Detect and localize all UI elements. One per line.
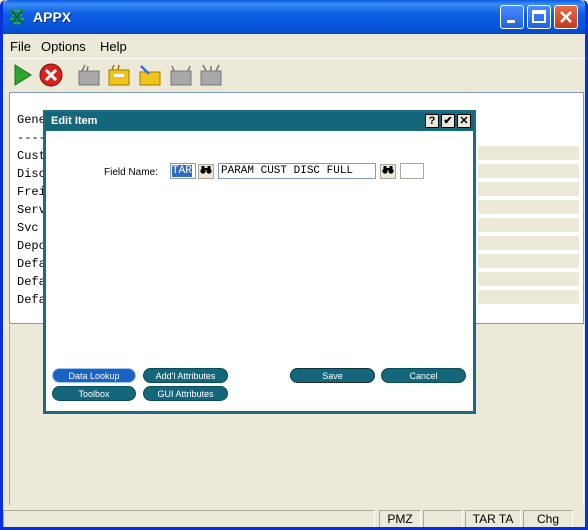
close-button[interactable]: [554, 5, 578, 29]
dialog-body: Field Name: TAR PARAM CUST DISC FULL Dat…: [46, 131, 473, 411]
minimize-icon: [507, 20, 515, 23]
toolbar: [3, 58, 585, 90]
field-extra-input[interactable]: [400, 163, 424, 179]
maximize-button[interactable]: [527, 5, 551, 29]
save-button[interactable]: Save: [290, 368, 375, 383]
status-cell-4: Chg: [523, 510, 573, 527]
gui-attributes-button[interactable]: GUI Attributes: [143, 386, 228, 401]
row-field[interactable]: [478, 182, 579, 197]
field-code-input[interactable]: TAR: [170, 163, 196, 179]
row-label: Depo: [17, 239, 46, 253]
minimize-button[interactable]: [500, 5, 524, 29]
row-field[interactable]: [478, 290, 579, 305]
edit-item-dialog: Edit Item ? ✔ ✕ Field Name: TAR PARAM CU…: [43, 110, 476, 414]
status-cell-2: [423, 510, 463, 527]
row-label: Cust: [17, 149, 46, 163]
row-label: Defa: [17, 293, 46, 307]
maximize-icon: [532, 10, 546, 23]
field-code-value: TAR: [172, 165, 192, 177]
row-label: Disc: [17, 167, 46, 181]
row-label: ----: [17, 131, 46, 145]
row-label: Defa: [17, 275, 46, 289]
menu-bar: File Options Help: [3, 34, 585, 56]
row-label: Frei: [17, 185, 46, 199]
binoculars-icon: [382, 166, 394, 174]
cancel-icon[interactable]: [38, 62, 64, 88]
row-label: Defa: [17, 257, 46, 271]
title-bar[interactable]: APPX: [3, 0, 585, 34]
appx-logo-icon: [10, 9, 24, 25]
tool-icon-1[interactable]: [76, 62, 102, 88]
menu-options[interactable]: Options: [41, 39, 86, 54]
status-cell-1: PMZ: [379, 510, 421, 527]
binoculars-icon: [200, 166, 212, 174]
go-icon[interactable]: [9, 62, 35, 88]
help-button[interactable]: ?: [425, 114, 439, 128]
data-lookup-button[interactable]: Data Lookup: [52, 368, 136, 383]
row-label: Svc: [17, 221, 39, 235]
status-message: [3, 510, 375, 527]
row-label: Serv: [17, 203, 46, 217]
dialog-title-bar[interactable]: Edit Item ? ✔ ✕: [45, 112, 474, 130]
field-name-label: Field Name:: [104, 167, 158, 178]
dialog-title: Edit Item: [51, 115, 98, 127]
status-bar: PMZ TAR TA Chg: [3, 508, 585, 527]
toolbox-button[interactable]: Toolbox: [52, 386, 136, 401]
dialog-close-button[interactable]: ✕: [457, 114, 471, 128]
row-field[interactable]: [478, 254, 579, 269]
row-field[interactable]: [478, 236, 579, 251]
row-field[interactable]: [478, 218, 579, 233]
menu-help[interactable]: Help: [100, 39, 127, 54]
tool-icon-4[interactable]: [168, 62, 194, 88]
window-title: APPX: [33, 9, 72, 25]
tool-icon-3[interactable]: [137, 62, 163, 88]
tool-icon-5[interactable]: [198, 62, 224, 88]
field-name-input[interactable]: PARAM CUST DISC FULL: [218, 163, 376, 179]
row-field[interactable]: [478, 200, 579, 215]
ok-button[interactable]: ✔: [441, 114, 455, 128]
menu-file[interactable]: File: [10, 39, 31, 54]
status-cell-3: TAR TA: [465, 510, 521, 527]
row-field[interactable]: [478, 164, 579, 179]
row-field[interactable]: [478, 272, 579, 287]
tool-icon-2[interactable]: [106, 62, 132, 88]
addl-attributes-button[interactable]: Add'l Attributes: [143, 368, 228, 383]
lookup-button-1[interactable]: [198, 164, 214, 179]
lookup-button-2[interactable]: [380, 164, 396, 179]
row-field[interactable]: [478, 146, 579, 161]
row-label: Gene: [17, 113, 46, 127]
close-icon: [560, 11, 572, 23]
cancel-button[interactable]: Cancel: [381, 368, 466, 383]
